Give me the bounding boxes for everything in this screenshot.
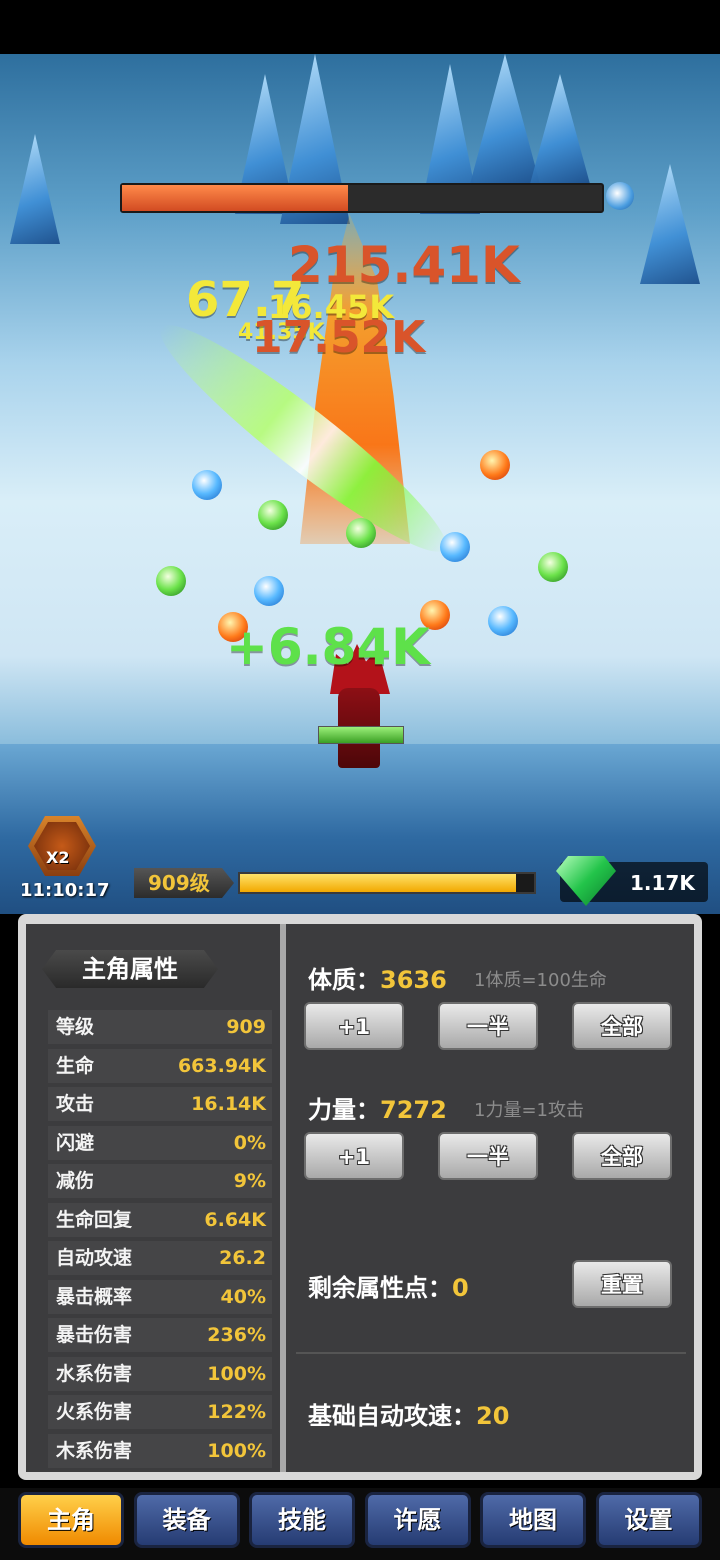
constitution-value: 3636 <box>380 966 447 994</box>
hero-hp-bar <box>318 726 404 744</box>
stat-value: 909 <box>226 1016 266 1038</box>
boss-hp-fill <box>122 185 348 211</box>
stat-value: 26.2 <box>219 1247 266 1269</box>
ice-crystal <box>530 74 590 184</box>
stat-label: 暴击伤害 <box>56 1324 133 1346</box>
hero-hp-fill <box>319 727 403 743</box>
stat-value: 236% <box>207 1324 266 1346</box>
stat-row: 木系伤害 100% <box>48 1433 272 1468</box>
stats-column: 主角属性 等级 909 生命 663.94K 攻击 16.14K 闪避 0% 减伤 9% 生命回复 6… <box>26 924 280 1472</box>
stat-label: 减伤 <box>56 1170 95 1192</box>
constitution-all-button[interactable]: 全部 <box>572 1002 672 1050</box>
strength-plus-one-button[interactable]: +1 <box>304 1132 404 1180</box>
wood-orb <box>346 518 376 548</box>
constitution-plus-one-button[interactable]: +1 <box>304 1002 404 1050</box>
stat-label: 生命回复 <box>56 1208 133 1231</box>
stat-label: 闪避 <box>56 1131 95 1154</box>
stat-row: 等级 909 <box>48 1010 272 1044</box>
damage-number: 17.52K <box>252 312 426 363</box>
stat-row: 生命 663.94K <box>48 1048 272 1083</box>
constitution-label: 体质： <box>308 966 380 994</box>
stat-row: 闪避 0% <box>48 1125 272 1160</box>
stat-label: 攻击 <box>56 1093 95 1115</box>
heal-number: +6.84K <box>226 618 431 676</box>
water-orb <box>254 576 284 606</box>
xp-bar <box>238 872 536 894</box>
ice-crystal <box>10 134 60 244</box>
wood-orb <box>156 566 186 596</box>
water-orb <box>192 470 222 500</box>
stat-value: 9% <box>233 1170 266 1192</box>
strength-note: 1力量=1攻击 <box>474 1100 584 1121</box>
base-attack-speed-label: 基础自动攻速： <box>308 1402 476 1430</box>
allocation-column: 体质：3636 1体质=100生命 +1 一半 全部 力量：7272 1力量=1… <box>286 924 694 1472</box>
stat-value: 663.94K <box>177 1054 266 1077</box>
remaining-points-value: 0 <box>452 1274 469 1302</box>
stat-row: 攻击 16.14K <box>48 1087 272 1121</box>
panel-title: 主角属性 <box>42 950 218 988</box>
stat-value: 100% <box>207 1362 266 1385</box>
gem-count: 1.17K <box>630 871 695 895</box>
tab-hero[interactable]: 主角 <box>18 1492 124 1548</box>
damage-number: 215.41K <box>288 236 520 294</box>
stat-row: 水系伤害 100% <box>48 1356 272 1391</box>
remaining-points-line: 剩余属性点：0 <box>308 1268 469 1303</box>
strength-all-button[interactable]: 全部 <box>572 1132 672 1180</box>
stat-value: 40% <box>220 1285 266 1308</box>
level-label: 909级 <box>134 868 234 898</box>
stat-value: 6.64K <box>204 1208 266 1231</box>
boss-hp-bar <box>120 183 604 213</box>
stat-row: 生命回复 6.64K <box>48 1202 272 1237</box>
tab-skills[interactable]: 技能 <box>249 1492 355 1548</box>
stat-row: 暴击概率 40% <box>48 1279 272 1314</box>
tab-wish[interactable]: 许愿 <box>364 1492 471 1548</box>
boost-timer: 11:10:17 <box>20 880 110 901</box>
tab-settings[interactable]: 设置 <box>595 1492 702 1548</box>
stat-label: 水系伤害 <box>56 1362 133 1385</box>
stat-label: 暴击概率 <box>56 1285 133 1308</box>
tab-map[interactable]: 地图 <box>480 1492 586 1548</box>
level-bar: 909级 <box>134 868 536 898</box>
wood-orb <box>258 500 288 530</box>
strength-half-button[interactable]: 一半 <box>438 1132 538 1180</box>
stat-value: 122% <box>207 1401 266 1423</box>
base-attack-speed-line: 基础自动攻速：20 <box>308 1396 509 1431</box>
strength-line: 力量：7272 <box>308 1090 447 1125</box>
base-attack-speed-value: 20 <box>476 1402 510 1430</box>
constitution-half-button[interactable]: 一半 <box>438 1002 538 1050</box>
fire-orb <box>480 450 510 480</box>
ice-crystal <box>640 164 700 284</box>
stat-row: 减伤 9% <box>48 1164 272 1198</box>
stat-label: 火系伤害 <box>56 1401 133 1423</box>
reset-button[interactable]: 重置 <box>572 1260 672 1308</box>
stat-value: 0% <box>233 1131 266 1154</box>
constitution-note: 1体质=100生命 <box>474 970 607 991</box>
boss-element-icon <box>606 182 634 210</box>
stat-row: 火系伤害 122% <box>48 1395 272 1429</box>
stat-label: 等级 <box>56 1016 95 1038</box>
stat-label: 自动攻速 <box>56 1247 133 1269</box>
multiplier-label: X2 <box>46 848 70 867</box>
water-orb <box>440 532 470 562</box>
xp-fill <box>240 874 517 892</box>
stat-label: 木系伤害 <box>56 1439 133 1462</box>
tab-equipment[interactable]: 装备 <box>133 1492 240 1548</box>
wood-orb <box>538 552 568 582</box>
stat-label: 生命 <box>56 1054 95 1077</box>
stat-value: 16.14K <box>191 1093 266 1115</box>
stat-value: 100% <box>207 1439 266 1462</box>
remaining-points-label: 剩余属性点： <box>308 1274 452 1302</box>
section-divider <box>296 1352 686 1354</box>
constitution-line: 体质：3636 <box>308 960 447 995</box>
ice-crystal <box>470 54 540 184</box>
attribute-panel: 主角属性 等级 909 生命 663.94K 攻击 16.14K 闪避 0% 减伤 9% 生命回复 6… <box>18 914 702 1480</box>
stat-row: 自动攻速 26.2 <box>48 1241 272 1275</box>
strength-label: 力量： <box>308 1096 380 1124</box>
strength-value: 7272 <box>380 1096 447 1124</box>
water-orb <box>488 606 518 636</box>
status-bar <box>0 0 720 54</box>
stat-row: 暴击伤害 236% <box>48 1318 272 1352</box>
